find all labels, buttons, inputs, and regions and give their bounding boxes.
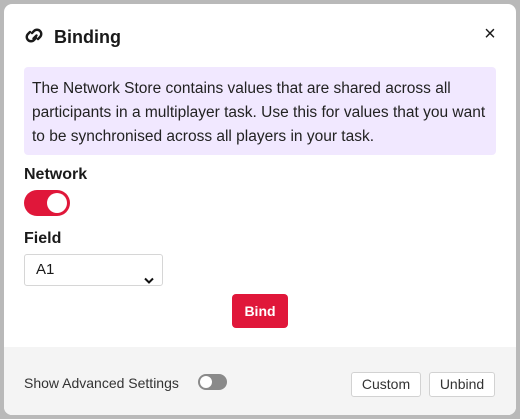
link-icon: [23, 26, 47, 46]
dialog-header: Binding ×: [4, 4, 516, 66]
dialog-footer: Show Advanced Settings Custom Unbind: [4, 347, 516, 415]
advanced-settings-label: Show Advanced Settings: [24, 375, 179, 391]
field-select-value: A1: [36, 261, 55, 278]
unbind-button[interactable]: Unbind: [429, 372, 495, 397]
binding-dialog: Binding × The Network Store contains val…: [4, 4, 516, 415]
custom-button[interactable]: Custom: [351, 372, 421, 397]
advanced-settings-toggle[interactable]: [198, 374, 227, 390]
field-select[interactable]: A1: [24, 254, 163, 286]
toggle-knob: [200, 376, 212, 388]
dialog-title: Binding: [54, 27, 121, 47]
close-button[interactable]: ×: [482, 24, 498, 44]
field-label: Field: [24, 230, 62, 247]
network-toggle[interactable]: [24, 190, 70, 216]
network-store-info: The Network Store contains values that a…: [24, 67, 496, 155]
toggle-knob: [47, 193, 67, 213]
chevron-down-icon: [144, 266, 154, 284]
bind-button[interactable]: Bind: [232, 294, 288, 328]
network-label: Network: [24, 166, 88, 183]
